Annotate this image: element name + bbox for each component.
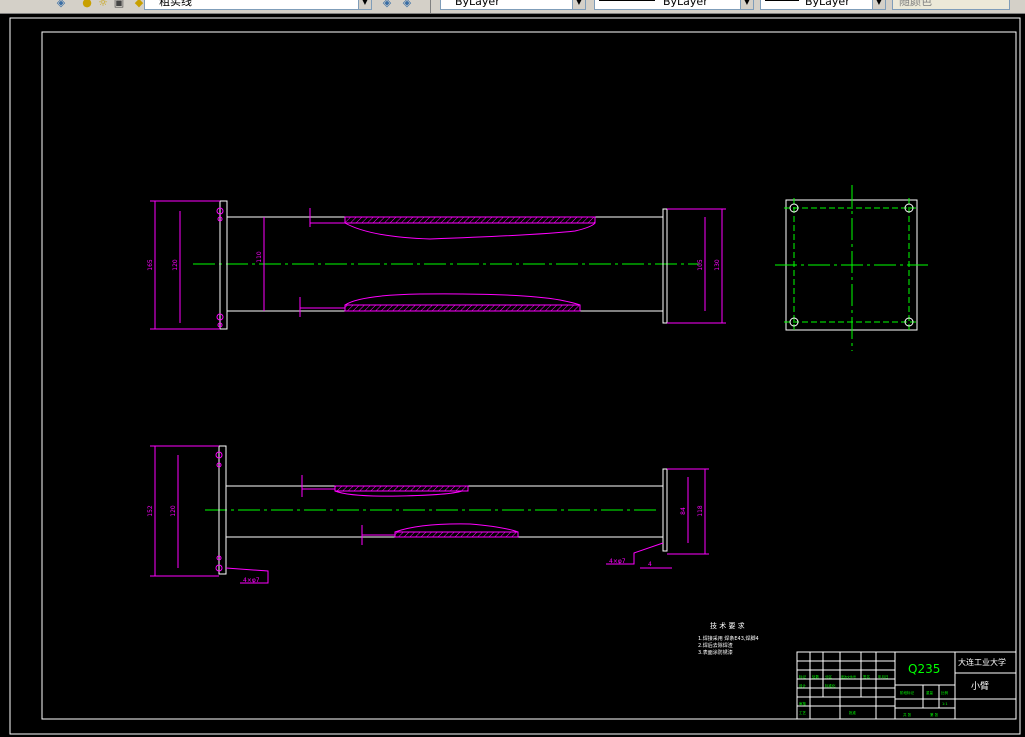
plotstyle-dropdown[interactable]: 随颜色: [892, 0, 1010, 10]
linetype-dropdown-value: ByLayer: [663, 0, 708, 8]
front-dim-130: 130: [714, 259, 721, 271]
lineweight-preview: [765, 0, 799, 1]
linetype-preview: [599, 0, 655, 1]
front-hatch-bottom: [344, 304, 581, 312]
bottom-dim-118: 118: [697, 505, 704, 517]
chevron-down-icon[interactable]: ▼: [872, 0, 885, 9]
bulb-on-icon[interactable]: ●: [80, 0, 94, 10]
lineweight-dropdown[interactable]: ByLayer ▼: [760, 0, 886, 10]
part-name: 小臂: [971, 680, 989, 692]
plotstyle-dropdown-value: 随颜色: [899, 0, 932, 8]
layer-dropdown[interactable]: 粗实线 ▼: [144, 0, 372, 10]
tb-cell: 更改文件号: [841, 674, 856, 679]
chevron-down-icon[interactable]: ▼: [358, 0, 371, 9]
technical-requirements: 技 术 要 求 1.焊接采用 焊条E43,焊脚4 2.焊后去除焊渣 3.表面涂防…: [698, 621, 759, 656]
tb-cell: 审核: [799, 701, 807, 706]
make-layer-current-icon[interactable]: ◈: [380, 0, 394, 10]
layer-manager-icon[interactable]: ◈: [54, 0, 68, 10]
bottom-dim-120: 120: [170, 505, 177, 517]
front-dim-105: 105: [697, 259, 704, 271]
bottom-hatch-top: [334, 485, 469, 492]
layer-dropdown-value: 粗实线: [159, 0, 192, 8]
tb-cell: 比例: [941, 690, 949, 695]
tb-cell: 标准化: [825, 683, 836, 688]
sheet-border: [9, 17, 1021, 735]
tb-cell: 阶段标记: [900, 690, 914, 695]
chevron-down-icon[interactable]: ▼: [572, 0, 585, 9]
bottom-right-flange: [662, 468, 668, 552]
bottom-curve-top: [334, 490, 463, 497]
material-label: Q235: [908, 662, 940, 676]
bottom-curve-bottom: [394, 523, 519, 533]
front-right-flange: [662, 208, 668, 324]
title-block: 标记 处数 分区 更改文件号 签名 年月日 设计 标准化 审核 工艺 批准 阶段…: [796, 651, 1017, 720]
lineweight-dropdown-value: ByLayer: [805, 0, 850, 8]
tech-req-line: 2.焊后去除焊渣: [698, 642, 733, 649]
front-curve-top: [344, 222, 596, 240]
tb-cell: 签名: [863, 674, 870, 679]
front-dim-165: 165: [147, 259, 154, 271]
tb-cell: 批准: [849, 710, 857, 715]
tb-cell: 共 张: [903, 712, 912, 717]
tb-cell: 第 张: [930, 712, 939, 717]
bottom-hatch-bottom: [394, 531, 519, 538]
tb-cell: 标记: [799, 674, 807, 679]
front-dim-120: 120: [172, 259, 179, 271]
toolbar-separator: [430, 0, 431, 13]
tb-cell: 分区: [825, 674, 833, 679]
bottom-right-note: 4×φ7: [609, 558, 626, 565]
front-hatch-top: [344, 216, 596, 224]
tb-cell: 1:1: [942, 702, 948, 706]
tb-cell: 工艺: [799, 710, 807, 715]
tb-cell: 年月日: [878, 674, 889, 679]
front-curve-bottom: [344, 293, 581, 306]
tb-cell: 重量: [926, 690, 934, 695]
bottom-small-note: 4: [648, 561, 652, 568]
university-name: 大连工业大学: [958, 657, 1006, 667]
bottom-left-note: 4×φ7: [243, 577, 260, 584]
chevron-down-icon[interactable]: ▼: [740, 0, 753, 9]
color-dropdown-value: ByLayer: [455, 0, 500, 8]
properties-toolbar: ◈ ● ☼ ▣ ◆ 粗实线 ▼ ◈ ◈ ByLayer ▼ ByLayer ▼ …: [0, 0, 1025, 14]
tb-cell: 处数: [812, 674, 820, 679]
bottom-view: 152 120 84 118 4×φ7 4×φ7 4: [147, 445, 709, 584]
bottom-dim-84: 84: [680, 507, 687, 515]
tech-req-line: 1.焊接采用 焊条E43,焊脚4: [698, 635, 759, 642]
bottom-dim-152: 152: [147, 505, 154, 517]
drawing-frame: [41, 31, 1017, 720]
tb-cell: 设计: [799, 683, 807, 688]
lock-icon[interactable]: ▣: [112, 0, 126, 10]
side-view: [775, 185, 928, 351]
tech-req-line: 3.表面涂防锈漆: [698, 649, 733, 656]
linetype-dropdown[interactable]: ByLayer ▼: [594, 0, 754, 10]
front-dim-110: 110: [256, 251, 263, 263]
layer-previous-icon[interactable]: ◈: [400, 0, 414, 10]
drawing-canvas[interactable]: 165 120 110 105 130 152 120 84 118 4×φ7 …: [0, 13, 1025, 737]
color-dropdown[interactable]: ByLayer ▼: [440, 0, 586, 10]
tech-req-title: 技 术 要 求: [710, 621, 745, 630]
sun-icon[interactable]: ☼: [96, 0, 110, 10]
front-view: 165 120 110 105 130: [147, 200, 726, 330]
